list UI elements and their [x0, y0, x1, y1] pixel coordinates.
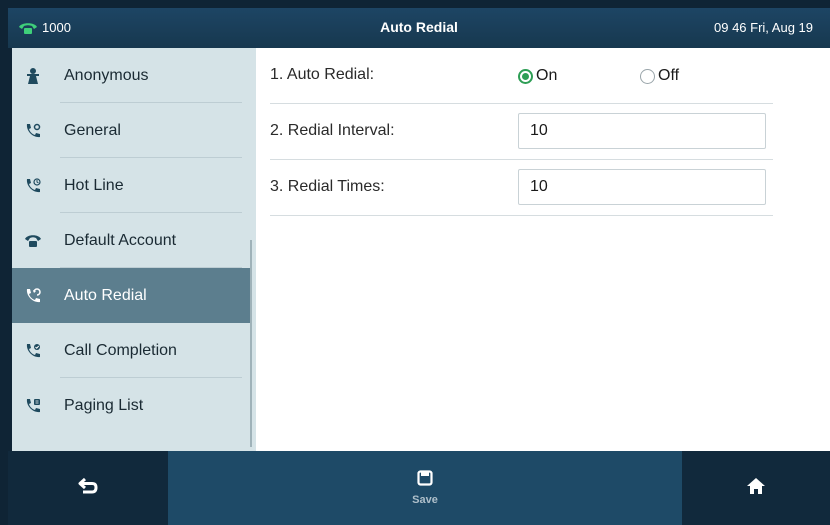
radio-on-label: On — [536, 67, 558, 84]
auto-redial-off-radio[interactable]: Off — [640, 67, 679, 85]
status-bar: 1000 Auto Redial 09 46 Fri, Aug 19 — [8, 8, 830, 48]
softkey-bar: Save — [8, 451, 830, 525]
sidebar-item-label: Default Account — [64, 231, 177, 249]
sidebar-item-label: Paging List — [64, 396, 144, 414]
sidebar-item-auto-redial[interactable]: Auto Redial — [12, 268, 252, 323]
home-button[interactable] — [682, 451, 830, 525]
radio-off-label: Off — [658, 67, 680, 84]
anonymous-icon — [24, 67, 60, 85]
sidebar-scrollbar[interactable] — [250, 240, 252, 447]
sidebar-item-call-completion[interactable]: Call Completion — [12, 323, 252, 378]
call-completion-icon — [24, 342, 60, 360]
hotline-icon — [24, 177, 60, 195]
sidebar-item-label: Auto Redial — [64, 286, 147, 304]
auto-redial-label: 1. Auto Redial: — [270, 66, 375, 83]
auto-redial-on-radio[interactable]: On — [518, 67, 557, 85]
sidebar-item-paging-list[interactable]: Paging List — [12, 378, 252, 433]
save-icon — [417, 470, 433, 491]
auto-redial-row: 1. Auto Redial: On Off — [270, 48, 773, 104]
sidebar: Anonymous General Hot Line Default Accou… — [12, 48, 256, 451]
redial-times-input[interactable] — [518, 169, 766, 205]
sidebar-item-label: Call Completion — [64, 341, 177, 359]
paging-icon — [24, 397, 60, 415]
redial-interval-row: 2. Redial Interval: — [270, 104, 773, 160]
call-icon — [24, 122, 60, 140]
sidebar-item-anonymous[interactable]: Anonymous — [12, 48, 252, 103]
sidebar-item-label: Anonymous — [64, 66, 149, 84]
settings-panel: 1. Auto Redial: On Off 2. Redial Interva… — [256, 48, 830, 451]
sidebar-item-default-account[interactable]: Default Account — [12, 213, 252, 268]
redial-icon — [24, 287, 60, 305]
home-icon — [746, 477, 766, 500]
back-button[interactable] — [8, 451, 168, 525]
redial-interval-label: 2. Redial Interval: — [270, 122, 395, 139]
sidebar-item-label: General — [64, 121, 121, 139]
save-label: Save — [412, 494, 438, 506]
save-button[interactable]: Save — [168, 451, 682, 525]
redial-times-label: 3. Redial Times: — [270, 178, 385, 195]
sidebar-item-general[interactable]: General — [12, 103, 252, 158]
radio-unchecked-icon — [640, 68, 655, 84]
back-arrow-icon — [77, 476, 99, 501]
sidebar-item-hot-line[interactable]: Hot Line — [12, 158, 252, 213]
page-title: Auto Redial — [380, 19, 458, 35]
phone-screen: 1000 Auto Redial 09 46 Fri, Aug 19 Anony… — [8, 8, 830, 525]
radio-checked-icon — [518, 68, 533, 84]
redial-times-row: 3. Redial Times: — [270, 160, 773, 216]
phone-icon — [24, 233, 60, 249]
date-time: 09 46 Fri, Aug 19 — [714, 20, 814, 35]
sidebar-item-label: Hot Line — [64, 176, 124, 194]
redial-interval-input[interactable] — [518, 113, 766, 149]
